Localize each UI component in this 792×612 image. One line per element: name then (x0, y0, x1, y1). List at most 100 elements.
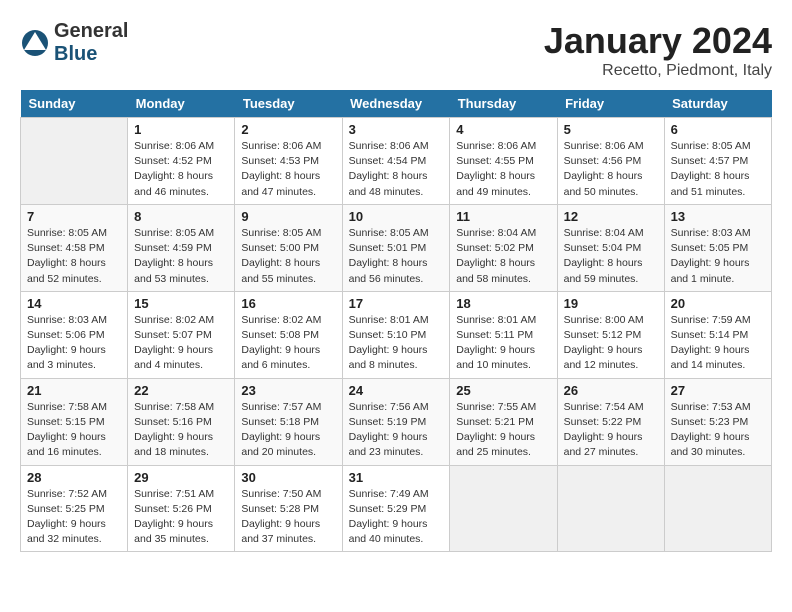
calendar-week-3: 14 Sunrise: 8:03 AMSunset: 5:06 PMDayligh… (21, 291, 772, 378)
calendar-cell: 22Sunrise: 7:58 AMSunset: 5:16 PMDayligh… (128, 378, 235, 465)
day-number: 5 (564, 122, 658, 137)
calendar-cell: 24Sunrise: 7:56 AMSunset: 5:19 PMDayligh… (342, 378, 450, 465)
day-info: Sunrise: 7:54 AMSunset: 5:22 PMDaylight:… (564, 400, 658, 461)
calendar-cell: 21 Sunrise: 7:58 AMSunset: 5:15 PMDayligh… (21, 378, 128, 465)
day-info: Sunrise: 8:01 AMSunset: 5:10 PMDaylight:… (349, 313, 444, 374)
day-info: Sunrise: 7:58 AMSunset: 5:15 PMDaylight:… (27, 400, 121, 461)
calendar-table: SundayMondayTuesdayWednesdayThursdayFrid… (20, 90, 772, 552)
day-number: 26 (564, 383, 658, 398)
day-number: 23 (241, 383, 335, 398)
day-info: Sunrise: 7:55 AMSunset: 5:21 PMDaylight:… (456, 400, 550, 461)
day-number: 25 (456, 383, 550, 398)
calendar-week-4: 21 Sunrise: 7:58 AMSunset: 5:15 PMDayligh… (21, 378, 772, 465)
day-number: 6 (671, 122, 765, 137)
calendar-cell: 19 Sunrise: 8:00 AMSunset: 5:12 PMDayligh… (557, 291, 664, 378)
logo: General Blue (20, 20, 128, 66)
day-info: Sunrise: 8:04 AMSunset: 5:02 PMDaylight:… (456, 226, 550, 287)
day-info: Sunrise: 7:57 AMSunset: 5:18 PMDaylight:… (241, 400, 335, 461)
calendar-cell: 28Sunrise: 7:52 AMSunset: 5:25 PMDayligh… (21, 465, 128, 552)
day-info: Sunrise: 8:05 AMSunset: 5:01 PMDaylight:… (349, 226, 444, 287)
day-number: 15 (134, 296, 228, 311)
day-number: 22 (134, 383, 228, 398)
day-info: Sunrise: 8:03 AMSunset: 5:05 PMDaylight:… (671, 226, 765, 287)
calendar-cell: 14 Sunrise: 8:03 AMSunset: 5:06 PMDayligh… (21, 291, 128, 378)
day-info: Sunrise: 8:01 AMSunset: 5:11 PMDaylight:… (456, 313, 550, 374)
day-number: 3 (349, 122, 444, 137)
calendar-cell: 15Sunrise: 8:02 AMSunset: 5:07 PMDayligh… (128, 291, 235, 378)
calendar-cell: 26 Sunrise: 7:54 AMSunset: 5:22 PMDayligh… (557, 378, 664, 465)
day-info: Sunrise: 8:05 AMSunset: 4:59 PMDaylight:… (134, 226, 228, 287)
logo-blue: Blue (54, 43, 128, 66)
logo-general: General (54, 20, 128, 43)
day-number: 20 (671, 296, 765, 311)
day-number: 30 (241, 470, 335, 485)
day-number: 18 (456, 296, 550, 311)
calendar-cell (450, 465, 557, 552)
header-monday: Monday (128, 90, 235, 118)
calendar-cell: 29Sunrise: 7:51 AMSunset: 5:26 PMDayligh… (128, 465, 235, 552)
day-number: 9 (241, 209, 335, 224)
header-thursday: Thursday (450, 90, 557, 118)
logo-icon (20, 28, 50, 58)
header-wednesday: Wednesday (342, 90, 450, 118)
calendar-week-1: 1 Sunrise: 8:06 AMSunset: 4:52 PMDaylight… (21, 118, 772, 205)
calendar-cell: 7Sunrise: 8:05 AMSunset: 4:58 PMDaylight… (21, 204, 128, 291)
day-info: Sunrise: 8:00 AMSunset: 5:12 PMDaylight:… (564, 313, 658, 374)
calendar-week-5: 28Sunrise: 7:52 AMSunset: 5:25 PMDayligh… (21, 465, 772, 552)
day-info: Sunrise: 7:49 AMSunset: 5:29 PMDaylight:… (349, 487, 444, 548)
calendar-cell: 31Sunrise: 7:49 AMSunset: 5:29 PMDayligh… (342, 465, 450, 552)
day-number: 24 (349, 383, 444, 398)
calendar-cell: 4 Sunrise: 8:06 AMSunset: 4:55 PMDaylight… (450, 118, 557, 205)
day-number: 4 (456, 122, 550, 137)
day-number: 29 (134, 470, 228, 485)
calendar-cell: 11Sunrise: 8:04 AMSunset: 5:02 PMDayligh… (450, 204, 557, 291)
calendar-cell: 1 Sunrise: 8:06 AMSunset: 4:52 PMDaylight… (128, 118, 235, 205)
day-info: Sunrise: 7:53 AMSunset: 5:23 PMDaylight:… (671, 400, 765, 461)
calendar-cell: 5Sunrise: 8:06 AMSunset: 4:56 PMDaylight… (557, 118, 664, 205)
calendar-cell (557, 465, 664, 552)
calendar-cell: 13Sunrise: 8:03 AMSunset: 5:05 PMDayligh… (664, 204, 771, 291)
calendar-cell: 12 Sunrise: 8:04 AMSunset: 5:04 PMDayligh… (557, 204, 664, 291)
calendar-cell: 2 Sunrise: 8:06 AMSunset: 4:53 PMDaylight… (235, 118, 342, 205)
calendar-cell (21, 118, 128, 205)
day-info: Sunrise: 8:03 AMSunset: 5:06 PMDaylight:… (27, 313, 121, 374)
day-info: Sunrise: 8:06 AMSunset: 4:52 PMDaylight:… (134, 139, 228, 200)
day-number: 16 (241, 296, 335, 311)
day-info: Sunrise: 8:02 AMSunset: 5:08 PMDaylight:… (241, 313, 335, 374)
calendar-cell: 8 Sunrise: 8:05 AMSunset: 4:59 PMDaylight… (128, 204, 235, 291)
day-number: 12 (564, 209, 658, 224)
location-subtitle: Recetto, Piedmont, Italy (544, 62, 772, 80)
day-number: 19 (564, 296, 658, 311)
calendar-cell: 3 Sunrise: 8:06 AMSunset: 4:54 PMDaylight… (342, 118, 450, 205)
day-info: Sunrise: 8:05 AMSunset: 4:58 PMDaylight:… (27, 226, 121, 287)
header-friday: Friday (557, 90, 664, 118)
calendar-cell: 27Sunrise: 7:53 AMSunset: 5:23 PMDayligh… (664, 378, 771, 465)
day-number: 14 (27, 296, 121, 311)
day-info: Sunrise: 8:06 AMSunset: 4:54 PMDaylight:… (349, 139, 444, 200)
day-info: Sunrise: 8:04 AMSunset: 5:04 PMDaylight:… (564, 226, 658, 287)
day-number: 10 (349, 209, 444, 224)
calendar-cell: 30 Sunrise: 7:50 AMSunset: 5:28 PMDayligh… (235, 465, 342, 552)
day-info: Sunrise: 7:59 AMSunset: 5:14 PMDaylight:… (671, 313, 765, 374)
day-info: Sunrise: 8:05 AMSunset: 4:57 PMDaylight:… (671, 139, 765, 200)
day-number: 21 (27, 383, 121, 398)
day-info: Sunrise: 8:06 AMSunset: 4:55 PMDaylight:… (456, 139, 550, 200)
calendar-cell: 23 Sunrise: 7:57 AMSunset: 5:18 PMDayligh… (235, 378, 342, 465)
day-info: Sunrise: 8:05 AMSunset: 5:00 PMDaylight:… (241, 226, 335, 287)
page-header: General Blue January 2024 Recetto, Piedm… (20, 20, 772, 80)
calendar-cell: 20 Sunrise: 7:59 AMSunset: 5:14 PMDayligh… (664, 291, 771, 378)
day-info: Sunrise: 8:06 AMSunset: 4:53 PMDaylight:… (241, 139, 335, 200)
day-number: 8 (134, 209, 228, 224)
day-number: 1 (134, 122, 228, 137)
day-info: Sunrise: 7:52 AMSunset: 5:25 PMDaylight:… (27, 487, 121, 548)
calendar-cell: 6 Sunrise: 8:05 AMSunset: 4:57 PMDaylight… (664, 118, 771, 205)
calendar-cell: 25 Sunrise: 7:55 AMSunset: 5:21 PMDayligh… (450, 378, 557, 465)
header-sunday: Sunday (21, 90, 128, 118)
day-number: 2 (241, 122, 335, 137)
calendar-cell: 10 Sunrise: 8:05 AMSunset: 5:01 PMDayligh… (342, 204, 450, 291)
day-info: Sunrise: 7:50 AMSunset: 5:28 PMDaylight:… (241, 487, 335, 548)
month-title: January 2024 (544, 20, 772, 62)
calendar-cell (664, 465, 771, 552)
header-tuesday: Tuesday (235, 90, 342, 118)
logo-text: General Blue (54, 20, 128, 66)
